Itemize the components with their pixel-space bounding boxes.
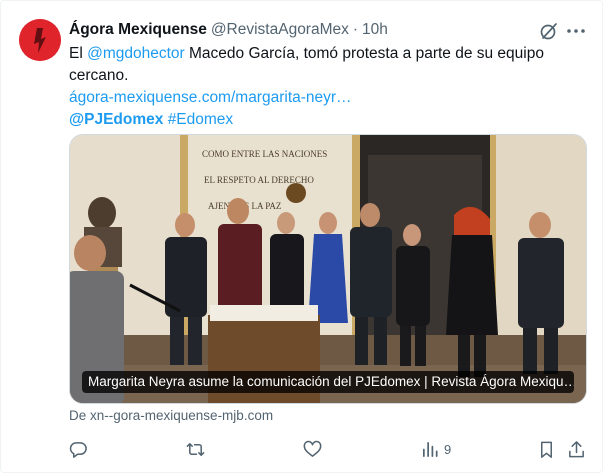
- like-button[interactable]: [303, 434, 322, 464]
- retweet-icon: [186, 442, 205, 456]
- tweet-line-2: cercano.: [69, 67, 129, 84]
- reply-button[interactable]: [69, 434, 88, 464]
- bookmark-icon: [540, 441, 553, 458]
- tweet-card[interactable]: Ágora Mexiquense @RevistaAgoraMex · 10h …: [0, 0, 603, 473]
- text-prefix: El: [69, 45, 88, 62]
- link-card-image[interactable]: COMO ENTRE LAS NACIONES EL RESPETO AL DE…: [69, 134, 587, 404]
- avatar[interactable]: [19, 19, 61, 61]
- wall-text-1: COMO ENTRE LAS NACIONES: [202, 149, 327, 159]
- tweet-line-1: El @mgdohector Macedo García, tomó prote…: [69, 43, 584, 65]
- article-link[interactable]: ágora-mexiquense.com/margarita-neyr…: [69, 87, 584, 109]
- action-bar: 9: [59, 434, 589, 464]
- views-button[interactable]: 9: [421, 434, 451, 464]
- mention-link[interactable]: @mgdohector: [87, 45, 185, 62]
- tweet-header: Ágora Mexiquense @RevistaAgoraMex · 10h: [69, 19, 586, 41]
- share-icon: [569, 440, 584, 457]
- link-source[interactable]: De xn--gora-mexiquense-mjb.com: [69, 408, 273, 423]
- retweet-button[interactable]: [186, 434, 205, 464]
- views-count: 9: [444, 441, 452, 457]
- tweet-time[interactable]: 10h: [362, 21, 388, 39]
- views-icon: [422, 441, 438, 457]
- tweet-line-tags: @PJEdomex #Edomex: [69, 109, 584, 131]
- edomex-hashtag[interactable]: #Edomex: [168, 111, 233, 128]
- agora-logo: [19, 19, 61, 61]
- grok-icon[interactable]: [539, 21, 559, 41]
- pjedomex-mention[interactable]: @PJEdomex: [69, 111, 163, 128]
- more-icon[interactable]: [565, 21, 587, 41]
- author-handle[interactable]: @RevistaAgoraMex: [211, 21, 349, 39]
- like-icon: [303, 440, 322, 457]
- link-card-title: Margarita Neyra asume la comunicación de…: [82, 371, 574, 393]
- separator-dot: ·: [352, 21, 359, 38]
- author-name[interactable]: Ágora Mexiquense: [69, 21, 207, 39]
- text-suffix: Macedo García, tomó protesta a parte de …: [184, 45, 544, 62]
- event-photo: COMO ENTRE LAS NACIONES EL RESPETO AL DE…: [70, 135, 586, 403]
- tweet-text: El @mgdohector Macedo García, tomó prote…: [69, 43, 584, 131]
- bookmark-button[interactable]: [537, 434, 556, 464]
- share-button[interactable]: [567, 434, 586, 464]
- reply-icon: [69, 441, 87, 458]
